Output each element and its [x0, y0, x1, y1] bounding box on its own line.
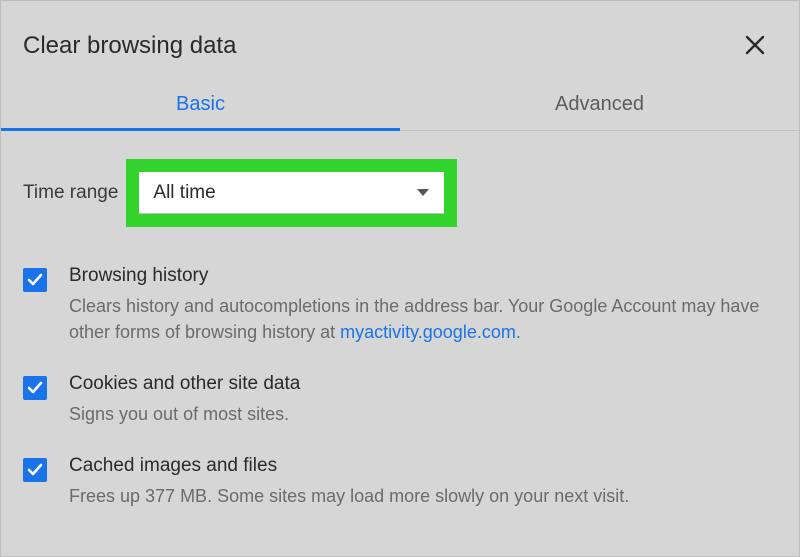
time-range-dropdown[interactable]: All time: [139, 172, 444, 214]
option-title-cached: Cached images and files: [69, 455, 773, 477]
option-desc-post: .: [516, 322, 521, 342]
close-button[interactable]: [741, 29, 769, 63]
close-icon: [745, 35, 765, 55]
time-range-highlight: All time: [126, 159, 457, 227]
time-range-value: All time: [153, 182, 215, 204]
myactivity-link[interactable]: myactivity.google.com: [340, 322, 516, 342]
tab-basic[interactable]: Basic: [1, 79, 400, 130]
option-desc-browsing-history: Clears history and autocompletions in th…: [69, 293, 773, 345]
checkbox-browsing-history[interactable]: [23, 268, 47, 292]
time-range-label: Time range: [23, 182, 118, 204]
checkbox-cached[interactable]: [23, 458, 47, 482]
checkmark-icon: [27, 272, 43, 288]
option-desc-cookies: Signs you out of most sites.: [69, 401, 773, 427]
dialog-title: Clear browsing data: [23, 32, 236, 60]
option-desc-cached: Frees up 377 MB. Some sites may load mor…: [69, 483, 773, 509]
option-title-browsing-history: Browsing history: [69, 265, 773, 287]
checkmark-icon: [27, 380, 43, 396]
tab-advanced[interactable]: Advanced: [400, 79, 799, 130]
option-title-cookies: Cookies and other site data: [69, 373, 773, 395]
checkmark-icon: [27, 462, 43, 478]
checkbox-cookies[interactable]: [23, 376, 47, 400]
chevron-down-icon: [416, 188, 430, 198]
tab-bar: Basic Advanced: [1, 79, 799, 131]
